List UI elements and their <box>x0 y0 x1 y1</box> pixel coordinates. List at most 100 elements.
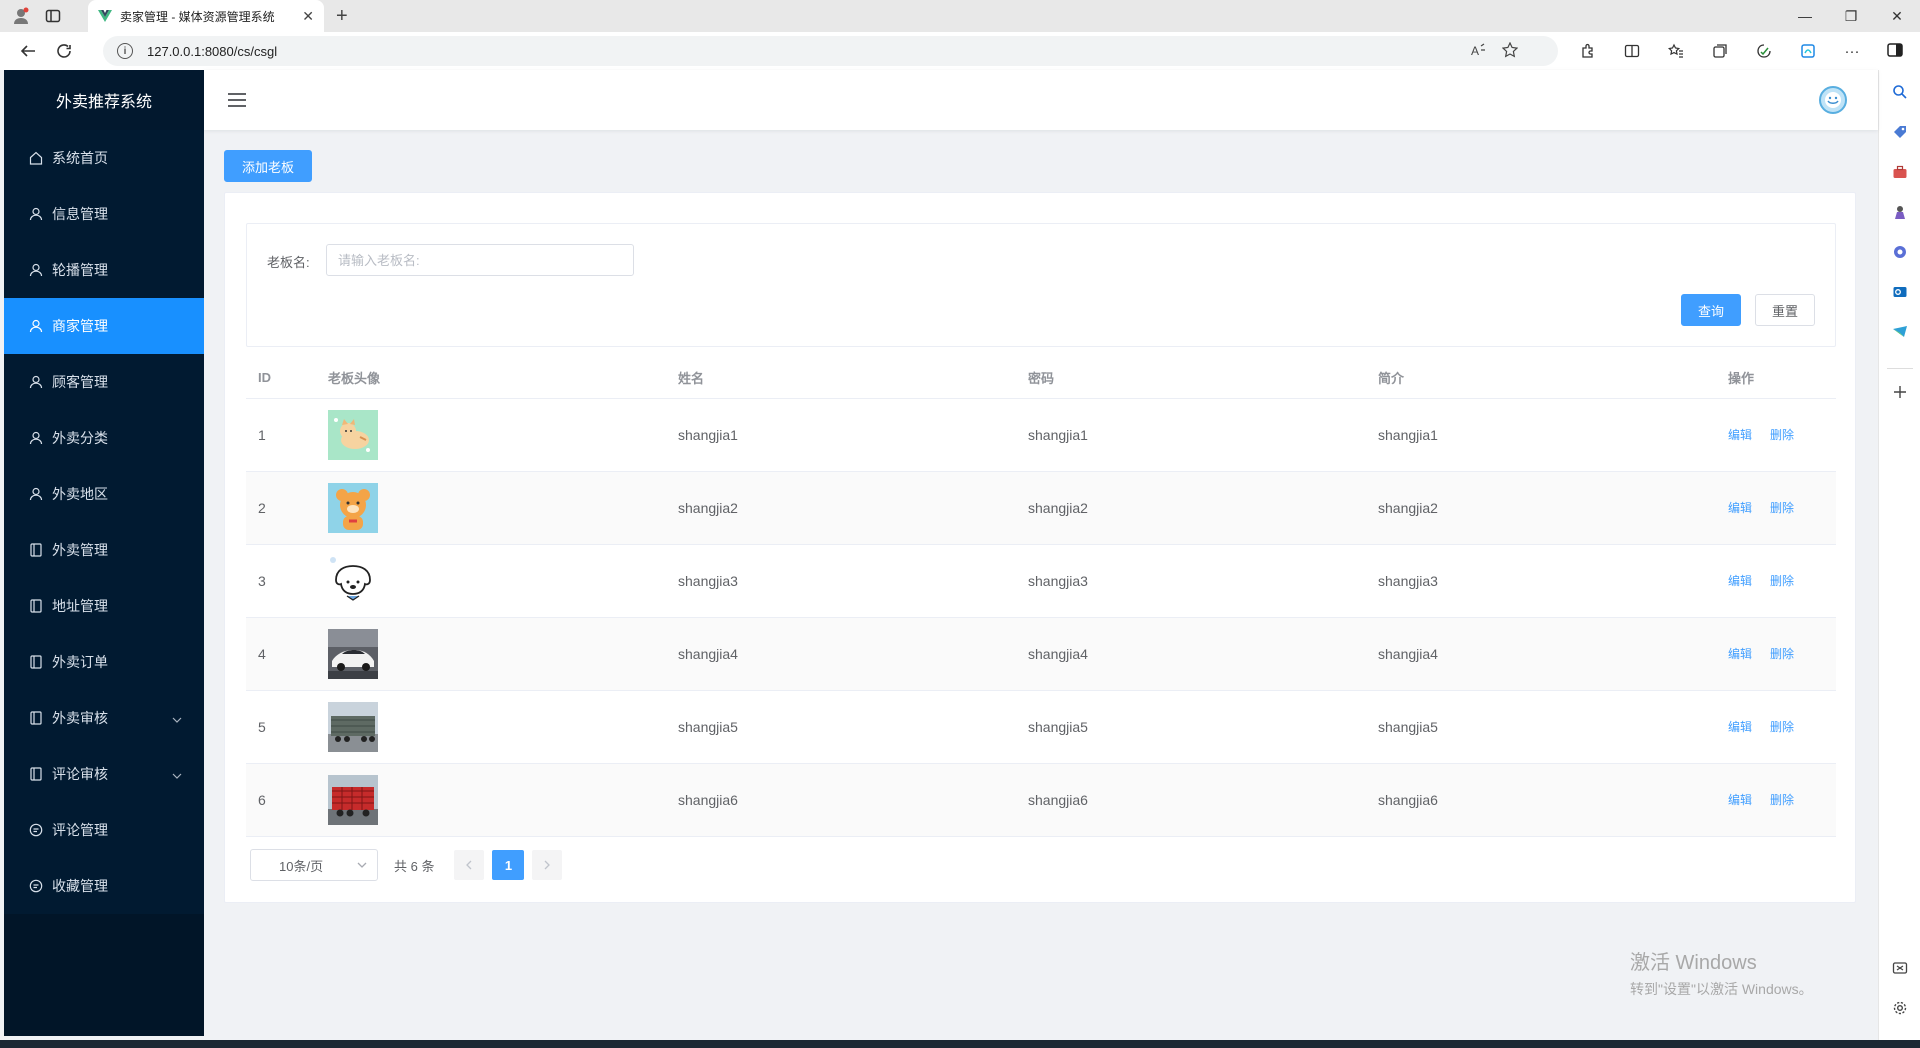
sidebar-item-1[interactable]: 信息管理 <box>4 186 204 242</box>
close-window-icon[interactable]: ✕ <box>1874 0 1920 32</box>
user-icon <box>28 318 44 334</box>
sidebar-item-3[interactable]: 商家管理 <box>4 298 204 354</box>
search-icon[interactable] <box>1890 82 1910 102</box>
site-info-icon[interactable]: i <box>117 43 133 59</box>
cell-intro: shangjia2 <box>1366 471 1716 545</box>
chat-icon <box>28 822 44 838</box>
query-button[interactable]: 查询 <box>1681 294 1741 326</box>
delete-link[interactable]: 删除 <box>1770 791 1794 808</box>
edit-link[interactable]: 编辑 <box>1728 426 1752 443</box>
tab-actions-icon[interactable] <box>44 7 62 25</box>
url-text: 127.0.0.1:8080/cs/csgl <box>147 43 278 59</box>
home-icon <box>28 150 44 166</box>
browser-essentials-icon[interactable] <box>1748 36 1780 66</box>
column-header-id: ID <box>246 358 316 399</box>
edit-link[interactable]: 编辑 <box>1728 645 1752 662</box>
edit-link[interactable]: 编辑 <box>1728 572 1752 589</box>
user-avatar[interactable] <box>1818 85 1848 115</box>
cell-avatar <box>316 398 666 472</box>
outlook-icon[interactable] <box>1890 282 1910 302</box>
delete-link[interactable]: 删除 <box>1770 426 1794 443</box>
next-page-button[interactable] <box>532 850 563 880</box>
address-field[interactable]: i 127.0.0.1:8080/cs/csgl A <box>103 36 1558 66</box>
page-size-select[interactable]: 10条/页 <box>250 849 378 881</box>
sidebar-item-label: 外卖订单 <box>52 654 108 670</box>
favorite-star-icon[interactable] <box>1501 41 1519 61</box>
restore-icon[interactable]: ❐ <box>1828 0 1874 32</box>
sidebar-item-0[interactable]: 系统首页 <box>4 130 204 186</box>
chevron-down-icon <box>357 858 367 873</box>
drop-icon[interactable] <box>1890 322 1910 342</box>
sidebar-item-7[interactable]: 外卖管理 <box>4 522 204 578</box>
reset-button[interactable]: 重置 <box>1755 294 1815 326</box>
sidebar-item-5[interactable]: 外卖分类 <box>4 410 204 466</box>
minimize-icon[interactable]: — <box>1782 0 1828 32</box>
boss-name-search-input[interactable] <box>326 244 634 276</box>
cell-avatar <box>316 763 666 837</box>
sidebar-item-label: 收藏管理 <box>52 878 108 894</box>
sidebar-item-6[interactable]: 外卖地区 <box>4 466 204 522</box>
edit-link[interactable]: 编辑 <box>1728 499 1752 516</box>
chat-icon <box>28 878 44 894</box>
profile-icon[interactable] <box>12 7 30 25</box>
cell-password: shangjia3 <box>1016 544 1366 618</box>
sidebar-item-10[interactable]: 外卖审核 <box>4 690 204 746</box>
prev-page-button[interactable] <box>454 850 485 880</box>
refresh-icon[interactable] <box>46 33 82 69</box>
sidebar-item-4[interactable]: 顾客管理 <box>4 354 204 410</box>
microsoft-365-icon[interactable] <box>1890 242 1910 262</box>
delete-link[interactable]: 删除 <box>1770 499 1794 516</box>
sidebar-item-2[interactable]: 轮播管理 <box>4 242 204 298</box>
favorites-icon[interactable] <box>1660 36 1692 66</box>
edit-link[interactable]: 编辑 <box>1728 718 1752 735</box>
copilot-icon[interactable] <box>1792 36 1824 66</box>
pagination: 10条/页 共 6 条 1 <box>250 849 563 881</box>
vue-logo-icon <box>98 10 112 22</box>
delete-link[interactable]: 删除 <box>1770 718 1794 735</box>
watermark-line-2: 转到"设置"以激活 Windows。 <box>1630 981 1813 997</box>
sidebar-item-8[interactable]: 地址管理 <box>4 578 204 634</box>
settings-gear-icon[interactable] <box>1890 998 1910 1018</box>
chevron-down-icon <box>172 712 182 728</box>
search-panel: 老板名: 查询 重置 <box>246 223 1836 347</box>
sidebar-toggle-icon[interactable] <box>1886 41 1904 62</box>
main-content: 添加老板 老板名: 查询 重置 ID 老板头像 姓名 密码 简介 操作 <box>204 130 1878 1040</box>
games-icon[interactable] <box>1890 202 1910 222</box>
sidebar-item-9[interactable]: 外卖订单 <box>4 634 204 690</box>
cell-intro: shangjia5 <box>1366 690 1716 764</box>
cell-id: 2 <box>246 471 316 545</box>
delete-link[interactable]: 删除 <box>1770 645 1794 662</box>
sidebar-item-11[interactable]: 评论审核 <box>4 746 204 802</box>
edit-link[interactable]: 编辑 <box>1728 791 1752 808</box>
split-screen-icon[interactable] <box>1616 36 1648 66</box>
document-icon <box>28 766 44 782</box>
cell-id: 4 <box>246 617 316 691</box>
page-number-current[interactable]: 1 <box>492 850 525 880</box>
cell-password: shangjia4 <box>1016 617 1366 691</box>
extensions-icon[interactable] <box>1572 36 1604 66</box>
menu-toggle-icon[interactable] <box>228 92 246 111</box>
cell-id: 6 <box>246 763 316 837</box>
collections-icon[interactable] <box>1704 36 1736 66</box>
back-icon[interactable] <box>10 33 46 69</box>
close-tab-icon[interactable]: ✕ <box>302 8 314 25</box>
more-options-icon[interactable]: ··· <box>1836 36 1868 66</box>
cell-name: shangjia2 <box>666 471 1016 545</box>
add-boss-button[interactable]: 添加老板 <box>224 150 312 182</box>
new-tab-icon[interactable]: + <box>336 5 348 28</box>
document-icon <box>28 654 44 670</box>
screenshot-icon[interactable] <box>1890 958 1910 978</box>
column-header-name: 姓名 <box>666 358 1016 399</box>
total-count: 共 6 条 <box>394 858 435 874</box>
read-aloud-icon[interactable]: A <box>1470 42 1486 61</box>
document-icon <box>28 542 44 558</box>
cell-intro: shangjia3 <box>1366 544 1716 618</box>
delete-link[interactable]: 删除 <box>1770 572 1794 589</box>
sidebar-item-12[interactable]: 评论管理 <box>4 802 204 858</box>
sidebar-item-13[interactable]: 收藏管理 <box>4 858 204 914</box>
shopping-tag-icon[interactable] <box>1890 122 1910 142</box>
cell-actions: 编辑 删除 <box>1716 763 1836 837</box>
browser-tab[interactable]: 卖家管理 - 媒体资源管理系统 ✕ <box>88 0 324 32</box>
add-app-icon[interactable] <box>1890 382 1910 402</box>
toolbox-icon[interactable] <box>1890 162 1910 182</box>
